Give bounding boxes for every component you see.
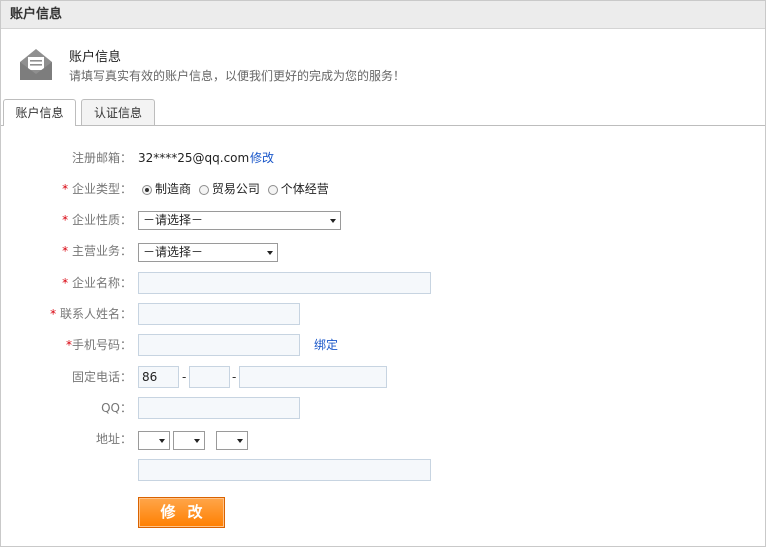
main-business-selected: －请选择－	[143, 245, 204, 259]
phone-separator: -	[182, 370, 187, 384]
chevron-down-icon	[330, 219, 336, 223]
company-nature-select[interactable]: －请选择－	[138, 211, 341, 230]
phone-row: 固定电话： 86 - -	[1, 366, 401, 388]
radio-sole-proprietor-label: 个体经营	[280, 182, 329, 196]
company-type-row: * 企业类型： 制造商 贸易公司 个体经营	[1, 178, 401, 200]
phone-country-code-input[interactable]: 86	[138, 366, 179, 388]
mobile-row: *手机号码： 绑定	[1, 334, 401, 356]
radio-sole-proprietor[interactable]	[267, 185, 278, 195]
edit-email-link[interactable]: 修改	[250, 147, 274, 169]
qq-row: QQ：	[1, 397, 401, 419]
mobile-label: *手机号码：	[65, 338, 132, 352]
address-label: 地址：	[95, 432, 132, 446]
radio-trading-company-label: 贸易公司	[211, 182, 260, 196]
address-detail-input[interactable]	[138, 459, 431, 481]
contact-name-row: * 联系人姓名：	[1, 303, 401, 325]
qq-input[interactable]	[138, 397, 300, 419]
company-name-row: * 企业名称：	[1, 272, 441, 294]
main-business-row: * 主营业务： －请选择－	[1, 240, 401, 262]
qq-label: QQ：	[101, 401, 132, 415]
city-select[interactable]	[173, 431, 205, 450]
phone-area-code-input[interactable]	[189, 366, 230, 388]
company-type-radio-group: 制造商 贸易公司 个体经营	[142, 178, 333, 200]
main-business-label: * 主营业务：	[62, 244, 132, 258]
panel-title: 账户信息	[1, 1, 765, 29]
email-value: 32****25@qq.com	[138, 151, 250, 165]
radio-manufacturer-label: 制造商	[155, 182, 192, 196]
banner-title: 账户信息	[69, 50, 122, 65]
company-type-label: * 企业类型：	[62, 182, 132, 196]
email-row: 注册邮箱： 32****25@qq.com 修改	[1, 147, 401, 169]
company-nature-row: * 企业性质： －请选择－	[1, 209, 401, 231]
chevron-down-icon	[237, 439, 243, 443]
company-name-input[interactable]	[138, 272, 431, 294]
tab-account-info[interactable]: 账户信息	[3, 99, 76, 126]
address-row: 地址：	[1, 428, 401, 450]
main-business-select[interactable]: －请选择－	[138, 243, 278, 262]
radio-trading-company[interactable]	[198, 185, 209, 195]
phone-separator: -	[232, 370, 237, 384]
contact-name-input[interactable]	[138, 303, 300, 325]
province-select[interactable]	[138, 431, 170, 450]
tab-divider	[1, 125, 765, 126]
mobile-input[interactable]	[138, 334, 300, 356]
phone-label: 固定电话：	[71, 370, 132, 384]
tab-verification-info[interactable]: 认证信息	[81, 99, 155, 125]
envelope-icon	[20, 49, 52, 80]
chevron-down-icon	[159, 439, 165, 443]
phone-number-input[interactable]	[239, 366, 387, 388]
email-label: 注册邮箱：	[71, 151, 132, 165]
submit-edit-button[interactable]: 修改	[138, 497, 225, 528]
banner-description: 请填写真实有效的账户信息，以便我们更好的完成为您的服务！	[69, 69, 406, 83]
contact-name-label: * 联系人姓名：	[50, 307, 132, 321]
account-info-panel: 账户信息 账户信息 请填写真实有效的账户信息，以便我们更好的完成为您的服务！ 账…	[0, 0, 766, 547]
company-nature-selected: －请选择－	[143, 213, 204, 227]
chevron-down-icon	[267, 251, 273, 255]
company-name-label: * 企业名称：	[62, 276, 132, 290]
district-select[interactable]	[216, 431, 248, 450]
company-nature-label: * 企业性质：	[62, 213, 132, 227]
bind-mobile-link[interactable]: 绑定	[314, 334, 338, 356]
chevron-down-icon	[194, 439, 200, 443]
radio-manufacturer[interactable]	[142, 185, 152, 195]
